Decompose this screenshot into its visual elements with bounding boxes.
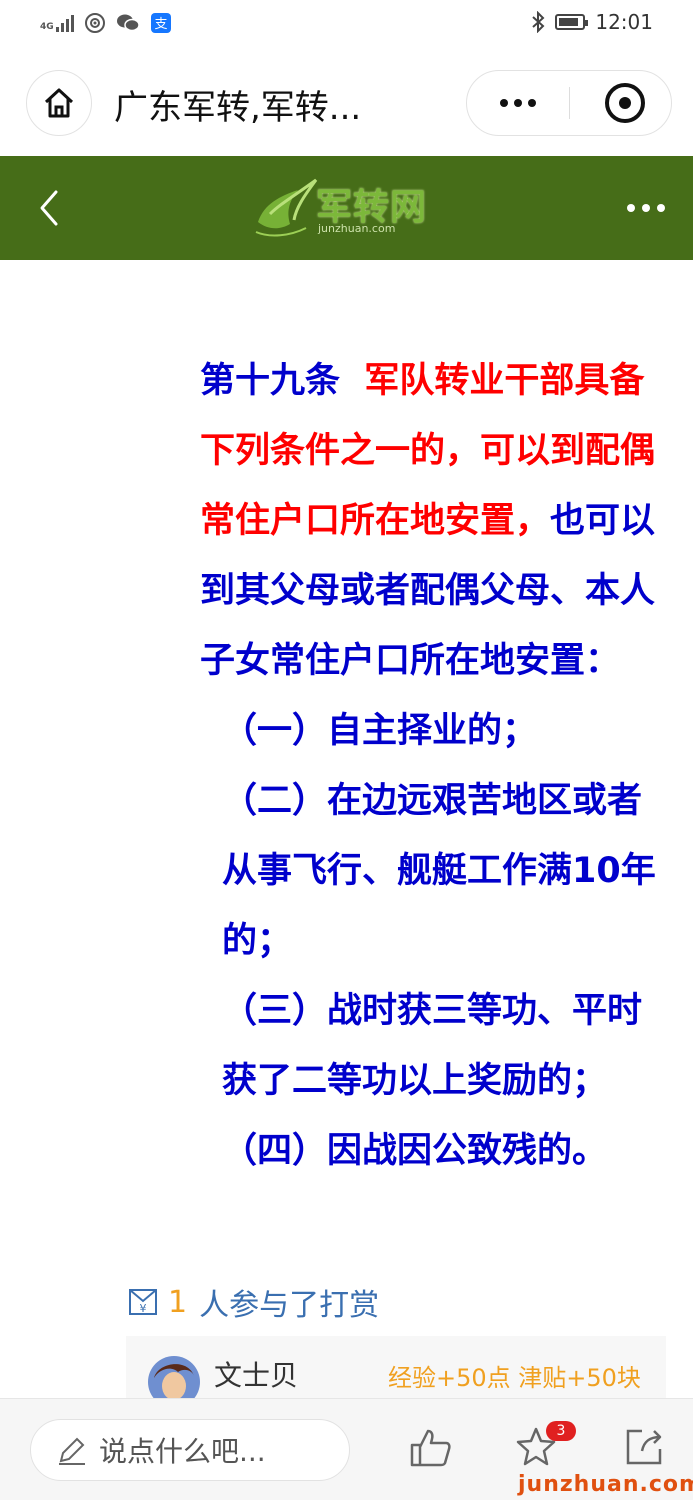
header-more-button[interactable] <box>627 204 665 212</box>
signal-icon: 4G <box>40 14 74 32</box>
reward-text: 人参与了打赏 <box>199 1288 380 1323</box>
more-options-button[interactable] <box>467 71 569 135</box>
article-item-3: （三）战时获三等功、平时获了二等功以上奖励的； <box>222 991 643 1101</box>
reward-envelope-icon: ¥ <box>129 1289 157 1315</box>
page-title: 广东军转,军转... <box>114 88 362 128</box>
hotspot-icon <box>84 13 105 33</box>
home-icon <box>44 88 74 118</box>
close-mini-program-button[interactable] <box>605 83 645 123</box>
reward-user-name: 文士贝 <box>214 1359 299 1392</box>
pencil-icon <box>59 1437 85 1465</box>
logo-domain: junzhuan.com <box>318 222 396 235</box>
capsule-divider <box>569 87 570 119</box>
status-bar: 4G 支 12:01 <box>0 0 693 52</box>
article-item-2: （二）在边远艰苦地区或者从事飞行、舰艇工作满10年的； <box>222 781 656 961</box>
alipay-icon: 支 <box>150 13 171 33</box>
share-icon[interactable] <box>622 1425 666 1469</box>
wechat-icon <box>116 14 140 32</box>
comment-placeholder: 说点什么吧... <box>99 1435 266 1468</box>
comment-input[interactable]: 说点什么吧... <box>30 1419 350 1481</box>
article-clause-number: 第十九条 <box>200 361 341 401</box>
svg-text:支: 支 <box>154 17 167 32</box>
reward-summary[interactable]: ¥ 1 人参与了打赏 <box>128 1280 379 1324</box>
back-arrow-icon[interactable] <box>30 186 70 230</box>
bluetooth-icon <box>532 11 545 33</box>
article-paragraph-1: 第十九条 军队转业干部具备下列条件之一的，可以到配偶常住户口所在地安置，也可以到… <box>126 346 656 696</box>
site-logo: 军转网 junzhuan.com <box>250 174 440 244</box>
battery-icon <box>555 14 589 30</box>
reward-count: 1 <box>168 1284 188 1320</box>
mini-program-bar: 广东军转,军转... <box>0 52 693 156</box>
like-icon[interactable] <box>408 1425 452 1469</box>
svg-text:¥: ¥ <box>140 1302 147 1315</box>
site-header: 军转网 junzhuan.com <box>0 156 693 260</box>
article-body: 第十九条 军队转业干部具备下列条件之一的，可以到配偶常住户口所在地安置，也可以到… <box>126 346 656 1186</box>
capsule-menu <box>466 70 672 136</box>
favorite-count-badge: 3 <box>546 1421 576 1441</box>
clock: 12:01 <box>595 10 653 34</box>
bird-logo-icon <box>255 178 318 237</box>
article-item-4: （四）因战因公致残的。 <box>222 1131 608 1171</box>
reward-user-bonus: 经验+50点 津贴+50块 <box>388 1364 641 1392</box>
watermark: junzhuan.com <box>518 1472 693 1497</box>
network-label: 4G <box>40 22 54 32</box>
article-item-1: （一）自主择业的； <box>222 711 538 751</box>
home-button[interactable] <box>26 70 92 136</box>
